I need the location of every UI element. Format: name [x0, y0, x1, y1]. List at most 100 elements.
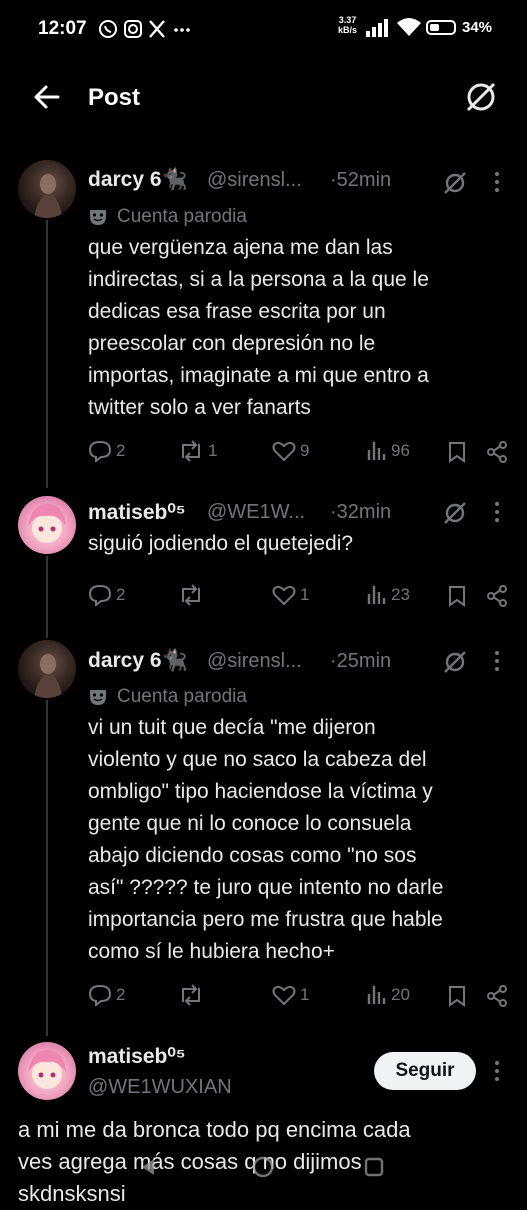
reply-button[interactable]: 2 — [88, 584, 125, 606]
reply-count: 2 — [116, 585, 126, 604]
bookmark-icon[interactable] — [448, 441, 466, 463]
views-icon — [367, 442, 386, 460]
views-count: 23 — [391, 585, 410, 604]
page-title: Post — [88, 84, 141, 111]
views-button[interactable]: 96 — [367, 440, 410, 462]
bookmark-icon[interactable] — [448, 585, 466, 607]
tweet-text: siguió jodiendo el quetejedi? — [88, 528, 508, 560]
share-icon[interactable] — [486, 441, 508, 463]
tweet-text-line: dedicas esa frase escrita por un — [88, 300, 386, 323]
tweet-author-handle[interactable]: @WE1W... — [207, 501, 305, 524]
post-text: a mi me da bronca todo pq encima cada ve… — [18, 1114, 508, 1210]
post-author-name[interactable]: matiseb⁰⁵ — [88, 1044, 186, 1069]
views-icon — [367, 586, 386, 604]
reply-button[interactable]: 2 — [88, 440, 125, 462]
tweet-text: que vergüenza ajena me dan las indirecta… — [88, 232, 508, 424]
bookmark-icon[interactable] — [448, 985, 466, 1007]
battery-percent: 34% — [462, 19, 493, 36]
like-button[interactable]: 9 — [272, 440, 309, 462]
tweet-text-line: siguió jodiendo el quetejedi? — [88, 532, 354, 555]
repost-count: 1 — [208, 441, 218, 460]
reply-icon — [88, 584, 112, 606]
tweet-text-line: gente que ni lo conoce lo consuela — [88, 812, 412, 835]
views-icon — [367, 986, 386, 1004]
tweet-author-name[interactable]: matiseb⁰⁵ — [88, 500, 186, 525]
parody-mask-icon — [90, 690, 106, 705]
net-speed: 3.37 kB/s — [338, 15, 357, 35]
repost-button[interactable] — [178, 584, 208, 606]
follow-button[interactable]: Seguir — [374, 1052, 476, 1090]
heart-icon — [272, 985, 296, 1006]
tweet-text: vi un tuit que decía "me dijeron violent… — [88, 712, 508, 968]
more-options-icon[interactable] — [492, 649, 502, 673]
tweet-text-line: así" ????? te juro que intento no darle — [88, 876, 444, 899]
like-count: 9 — [300, 441, 310, 460]
tweet-text-line: que vergüenza ajena me dan las — [88, 236, 393, 259]
post-text-line: ves agrega más cosas q no dijimos — [18, 1149, 362, 1174]
tweet-text-line: violento y que no saco la cabeza del — [88, 748, 427, 771]
grok-icon[interactable] — [464, 80, 498, 114]
net-speed-value: 3.37 — [338, 15, 357, 25]
tweet-text-line: ombligo" tipo haciendose la víctima y — [88, 780, 433, 803]
wifi-icon — [397, 18, 421, 36]
notification-icons — [98, 18, 194, 45]
app-notification-icons — [99, 20, 190, 38]
like-count: 1 — [300, 585, 310, 604]
grok-icon[interactable] — [442, 649, 468, 675]
views-button[interactable]: 20 — [367, 984, 410, 1006]
parody-mask-icon — [90, 210, 106, 225]
avatar[interactable] — [18, 640, 76, 698]
post-author-handle[interactable]: @WE1WUXIAN — [88, 1076, 232, 1099]
tweet-time[interactable]: ·52min — [330, 169, 391, 192]
grok-icon[interactable] — [442, 170, 468, 196]
tweet-author-handle[interactable]: @sirensl... — [207, 169, 302, 192]
grok-icon[interactable] — [442, 500, 468, 526]
net-speed-unit: kB/s — [338, 25, 358, 35]
repost-button[interactable] — [178, 984, 208, 1006]
repost-button[interactable]: 1 — [178, 440, 217, 462]
battery-icon — [426, 20, 456, 35]
reply-button[interactable]: 2 — [88, 984, 125, 1006]
tweet-text-line: twitter solo a ver fanarts — [88, 396, 311, 419]
status-time: 12:07 — [38, 18, 87, 39]
reply-icon — [88, 984, 112, 1006]
views-count: 96 — [391, 441, 410, 460]
reply-count: 2 — [116, 441, 126, 460]
heart-icon — [272, 585, 296, 606]
tweet-time[interactable]: ·25min — [330, 650, 391, 673]
back-arrow-icon[interactable] — [32, 82, 62, 112]
tweet-text-line: vi un tuit que decía "me dijeron — [88, 716, 376, 739]
views-button[interactable]: 23 — [367, 584, 410, 606]
like-button[interactable]: 1 — [272, 984, 309, 1006]
signal-icon — [366, 19, 388, 37]
more-options-icon[interactable] — [492, 170, 502, 194]
repost-icon — [182, 984, 200, 1006]
avatar[interactable] — [18, 1042, 76, 1100]
heart-icon — [272, 441, 296, 462]
views-count: 20 — [391, 985, 410, 1004]
tweet-text-line: importas, imaginate a mi que entro a — [88, 364, 429, 387]
thread-line — [46, 556, 48, 638]
repost-icon — [182, 440, 200, 462]
tweet-author-handle[interactable]: @sirensl... — [207, 650, 302, 673]
avatar[interactable] — [18, 496, 76, 554]
tweet-text-line: importancia pero me frustra que hable — [88, 908, 443, 931]
repost-icon — [182, 584, 200, 606]
reply-icon — [88, 440, 112, 462]
parody-label: Cuenta parodia — [117, 686, 247, 707]
like-count: 1 — [300, 985, 310, 1004]
tweet-text-line: abajo diciendo cosas como "no sos — [88, 844, 417, 867]
avatar[interactable] — [18, 160, 76, 218]
thread-line — [46, 220, 48, 488]
tweet-text-line: preescolar con depresión no le — [88, 332, 376, 355]
more-options-icon[interactable] — [492, 500, 502, 524]
share-icon[interactable] — [486, 985, 508, 1007]
like-button[interactable]: 1 — [272, 584, 309, 606]
share-icon[interactable] — [486, 585, 508, 607]
tweet-author-name[interactable]: darcy 6🐈‍⬛ — [88, 168, 188, 192]
reply-count: 2 — [116, 985, 126, 1004]
tweet-author-name[interactable]: darcy 6🐈‍⬛ — [88, 649, 188, 673]
tweet-time[interactable]: ·32min — [330, 501, 391, 524]
more-options-icon[interactable] — [492, 1059, 502, 1083]
thread-line — [46, 700, 48, 1036]
